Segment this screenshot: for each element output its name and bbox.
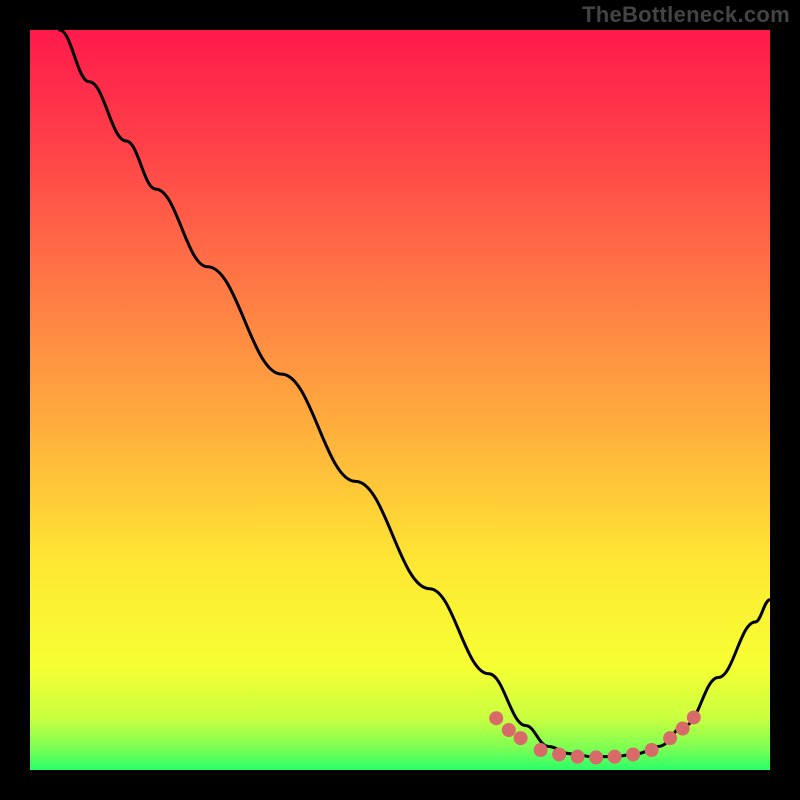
highlight-dot	[608, 750, 622, 764]
highlight-dot	[589, 750, 603, 764]
chart-svg	[0, 0, 800, 800]
highlight-dot	[571, 750, 585, 764]
plot-background	[30, 30, 770, 770]
highlight-dot	[676, 722, 690, 736]
highlight-dot	[514, 731, 528, 745]
highlight-dot	[552, 747, 566, 761]
highlight-dot	[502, 723, 516, 737]
chart-frame: TheBottleneck.com	[0, 0, 800, 800]
highlight-dot	[534, 743, 548, 757]
highlight-dot	[687, 710, 701, 724]
highlight-dot	[645, 743, 659, 757]
highlight-dot	[626, 747, 640, 761]
highlight-dot	[663, 731, 677, 745]
highlight-dot	[489, 711, 503, 725]
